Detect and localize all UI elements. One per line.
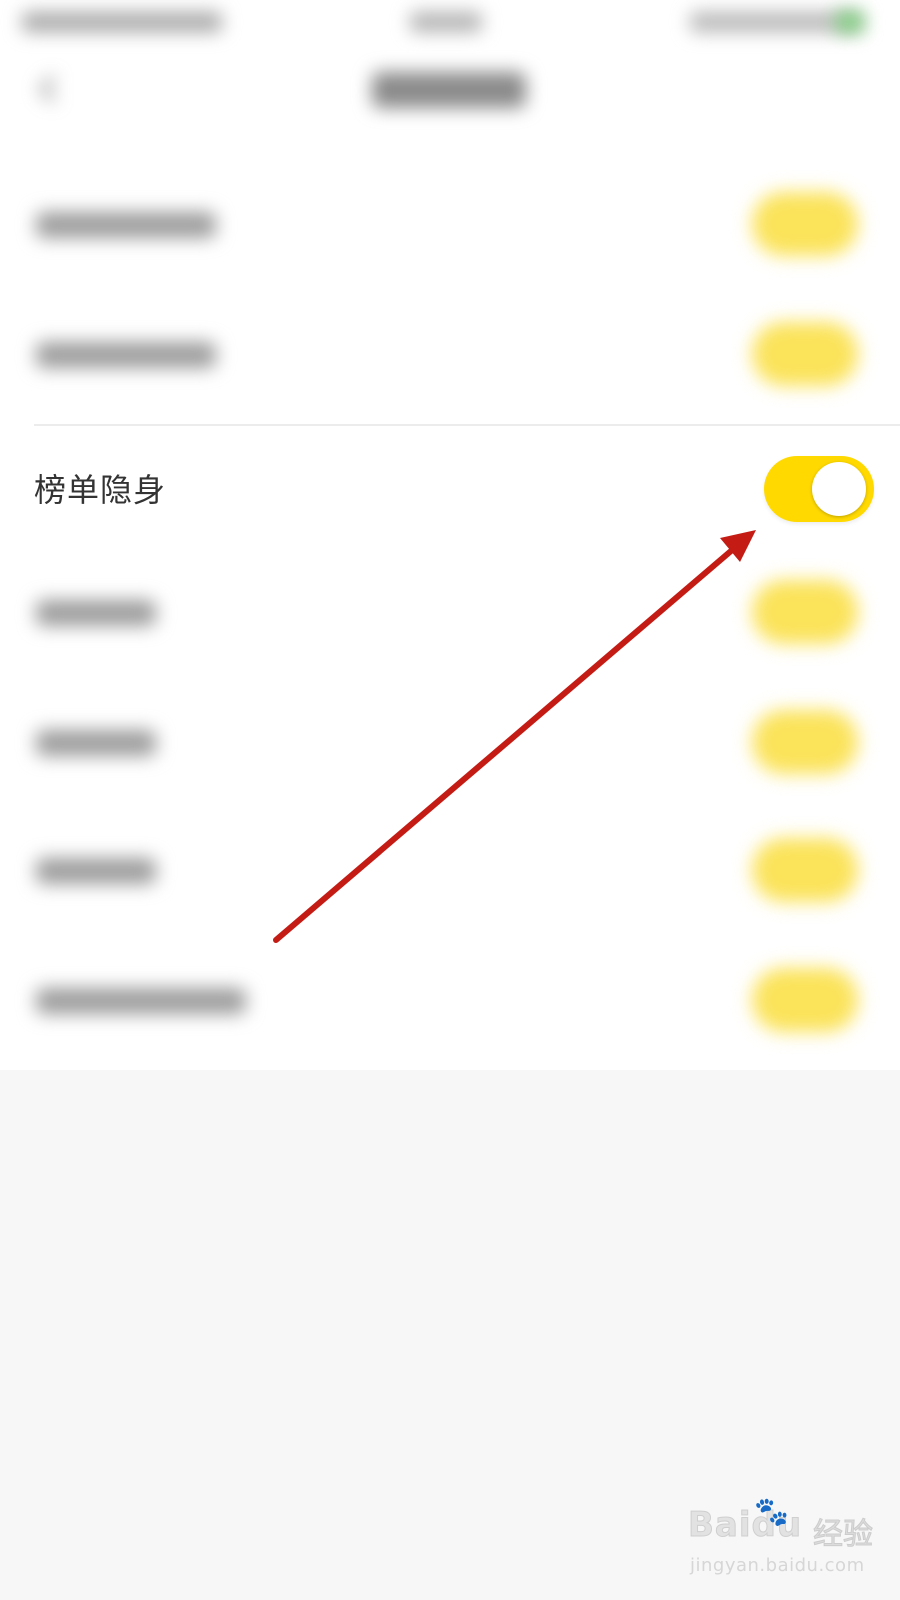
settings-row-blurred-3[interactable]	[0, 548, 900, 678]
header	[0, 0, 900, 160]
paw-icon: 🐾	[754, 1495, 789, 1528]
baidu-jingyan-watermark: Baidu 🐾 经验 jingyan.baidu.com	[687, 1495, 878, 1585]
chevron-left-icon[interactable]	[34, 74, 64, 104]
settings-row-blurred-4[interactable]	[0, 678, 900, 808]
settings-row-label: 榜单隐身	[34, 471, 167, 509]
settings-row-label	[36, 600, 156, 626]
status-bar-time	[410, 12, 482, 32]
toggle-switch[interactable]	[752, 838, 858, 902]
watermark-brand: 经验	[813, 1517, 874, 1553]
toggle-switch[interactable]	[752, 710, 858, 774]
status-bar-carrier	[22, 12, 222, 32]
settings-row-blurred-5[interactable]	[0, 806, 900, 936]
ranking-invisible-toggle[interactable]	[764, 456, 874, 522]
toggle-switch[interactable]	[752, 968, 858, 1032]
settings-row-blurred-6[interactable]	[0, 936, 900, 1066]
settings-row-label	[36, 212, 216, 238]
settings-row-label	[36, 858, 156, 884]
settings-row-blurred-2[interactable]	[0, 290, 900, 420]
settings-screen: 榜单隐身 Baidu 🐾 经验 jingyan.baidu.com	[0, 0, 900, 1600]
settings-row-label	[36, 988, 246, 1014]
toggle-switch[interactable]	[752, 322, 858, 386]
settings-row-blurred-1[interactable]	[0, 160, 900, 290]
status-bar-indicators	[690, 12, 860, 32]
settings-row-label	[36, 730, 156, 756]
watermark-url: jingyan.baidu.com	[690, 1555, 865, 1576]
page-title	[372, 72, 526, 108]
toggle-switch[interactable]	[752, 192, 858, 256]
settings-list	[0, 160, 900, 1070]
settings-row-ranking-invisible[interactable]: 榜单隐身	[0, 426, 900, 556]
toggle-knob	[812, 462, 866, 516]
battery-icon	[836, 12, 864, 32]
settings-row-label	[36, 342, 216, 368]
toggle-switch[interactable]	[752, 580, 858, 644]
